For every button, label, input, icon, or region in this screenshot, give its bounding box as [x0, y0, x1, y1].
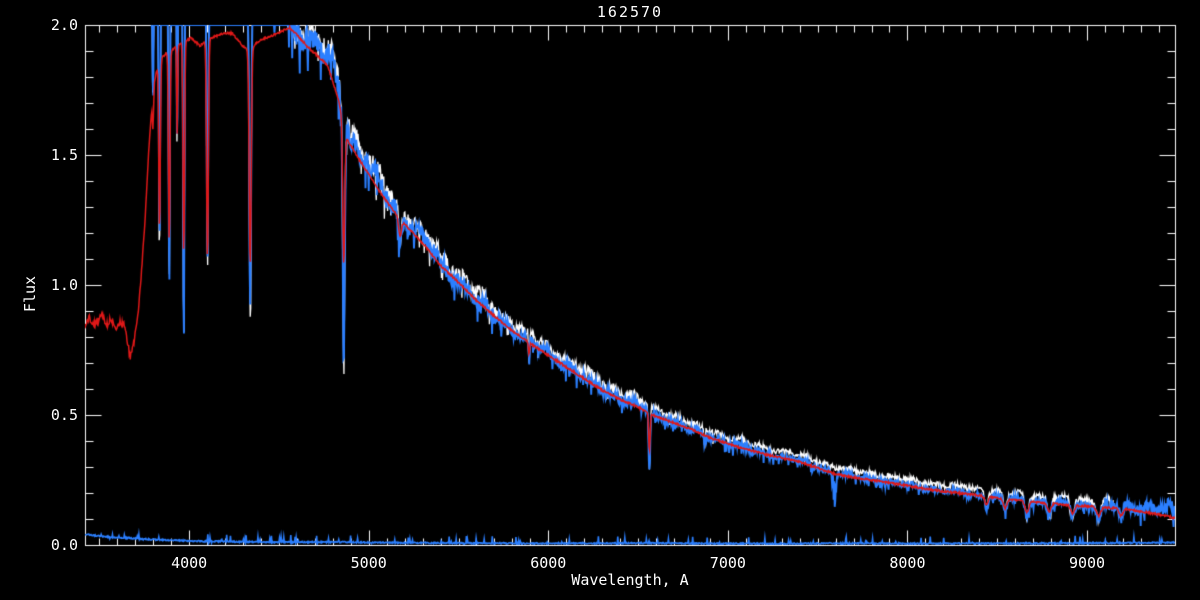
y-tick-label: 2.0: [50, 16, 78, 34]
x-tick-label: 5000: [350, 554, 387, 572]
y-tick-label: 1.5: [50, 146, 78, 164]
spectrum-canvas: [0, 0, 1200, 600]
x-tick-label: 8000: [889, 554, 926, 572]
y-tick-label: 0.0: [50, 536, 78, 554]
x-tick-label: 6000: [530, 554, 567, 572]
y-tick-label: 1.0: [50, 276, 78, 294]
spectrum-plot-window: 162570 Wavelength, A Flux 4000 5000 6000 70…: [0, 0, 1200, 600]
y-tick-label: 0.5: [50, 406, 78, 424]
plot-title: 162570: [596, 3, 664, 21]
x-axis-label: Wavelength, A: [571, 571, 689, 589]
x-tick-label: 4000: [171, 554, 208, 572]
y-axis-label: Flux: [21, 275, 39, 313]
x-tick-label: 7000: [709, 554, 746, 572]
x-tick-label: 9000: [1068, 554, 1106, 572]
